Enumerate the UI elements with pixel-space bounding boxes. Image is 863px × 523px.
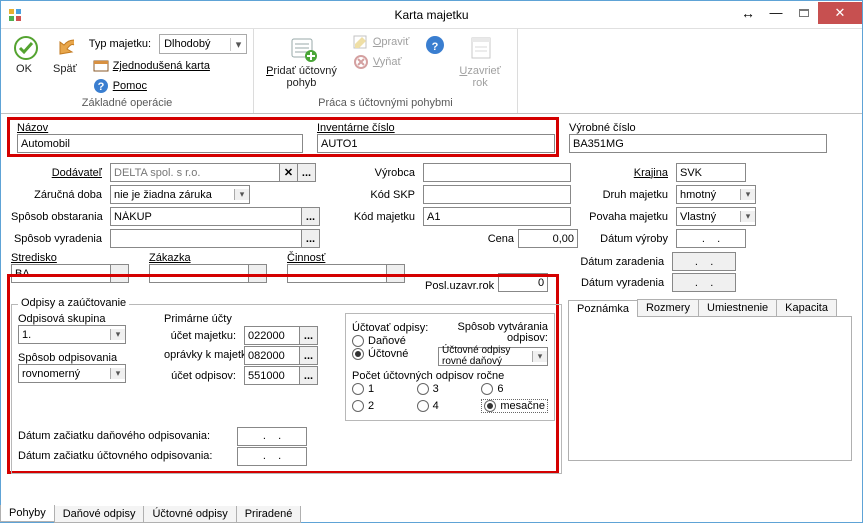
radio-mesacne[interactable]: mesačne: [481, 399, 548, 413]
radio-6[interactable]: 6: [481, 383, 548, 395]
help-ribbon-icon[interactable]: ?: [419, 31, 451, 59]
tab-pohyby[interactable]: Pohyby: [0, 505, 55, 522]
zarucna-select[interactable]: nie je žiadna záruka▾: [110, 185, 250, 204]
poznamka-panel[interactable]: [568, 316, 852, 461]
datum-uct-input[interactable]: [237, 447, 307, 466]
sposob-odp-select[interactable]: rovnomerný▾: [18, 364, 126, 383]
ellipsis-icon[interactable]: ...: [302, 229, 320, 248]
right-tabs: Poznámka Rozmery Umiestnenie Kapacita: [568, 299, 852, 316]
radio-uctovne[interactable]: Účtovné: [352, 348, 428, 360]
tab-poznamka[interactable]: Poznámka: [568, 300, 638, 317]
tab-umiestnenie[interactable]: Umiestnenie: [698, 299, 777, 316]
krajina-input[interactable]: [676, 163, 746, 182]
sposob-vytv-select[interactable]: Účtovné odpisy rovné daňový▾: [438, 347, 548, 366]
zakazka-link[interactable]: Zákazka: [149, 252, 191, 264]
app-icon: [7, 7, 23, 23]
opravit-button: Opraviť: [349, 33, 414, 51]
inventarne-input[interactable]: [317, 134, 555, 153]
titlebar: Karta majetku ↔ — ✕: [1, 1, 862, 29]
sposob-vyrad-picker[interactable]: ...: [110, 229, 340, 248]
zakazka-picker[interactable]: ...: [149, 264, 267, 283]
radio-2[interactable]: 2: [352, 399, 415, 413]
tab-danove-odpisy[interactable]: Daňové odpisy: [54, 506, 145, 523]
ribbon-group-label-1: Základné operácie: [82, 97, 173, 109]
kodskp-input[interactable]: [423, 185, 571, 204]
window-title: Karta majetku: [394, 8, 468, 22]
ribbon-group-label-2: Práca s účtovnými pohybmi: [318, 97, 453, 109]
datum-vyrad-input[interactable]: [672, 273, 736, 292]
clear-icon[interactable]: ✕: [280, 163, 298, 182]
tab-rozmery[interactable]: Rozmery: [637, 299, 699, 316]
vyrobne-label: Výrobné číslo: [569, 122, 827, 134]
datum-zarad-input[interactable]: [672, 252, 736, 271]
vyrobca-input[interactable]: [423, 163, 571, 182]
tab-uctovne-odpisy[interactable]: Účtovné odpisy: [143, 506, 236, 523]
form-area: Názov Inventárne číslo Výrobné číslo Dod…: [1, 114, 862, 474]
typ-majetku-combo[interactable]: ▾: [159, 34, 247, 54]
nazov-label: Názov: [17, 122, 305, 134]
povaha-select[interactable]: Vlastný▾: [676, 207, 756, 226]
kodmajetku-input[interactable]: [423, 207, 571, 226]
pridat-button[interactable]: PPridať účtovný pohybridať účtovnýpohyb: [260, 31, 347, 93]
svg-text:?: ?: [97, 81, 104, 93]
zjednodusena-button[interactable]: Zjednodušená karta: [89, 57, 247, 75]
pomoc-button[interactable]: ? Pomoc: [89, 77, 247, 95]
skupina-select[interactable]: 1.▾: [18, 325, 126, 344]
vyrobne-input[interactable]: [569, 134, 827, 153]
vynat-button: Vyňať: [349, 53, 414, 71]
cinnost-link[interactable]: Činnosť: [287, 252, 325, 264]
radio-3[interactable]: 3: [417, 383, 480, 395]
minimize-button[interactable]: —: [762, 2, 790, 24]
dodavatel-link[interactable]: Dodávateľ: [52, 167, 102, 179]
dodavatel-picker[interactable]: ✕ ...: [110, 163, 340, 182]
radio-danove[interactable]: Daňové: [352, 335, 428, 347]
move-button[interactable]: ↔: [734, 2, 762, 24]
inventarne-label: Inventárne číslo: [317, 122, 557, 134]
tab-kapacita[interactable]: Kapacita: [776, 299, 837, 316]
close-button[interactable]: ✕: [818, 2, 862, 24]
back-button[interactable]: Späť: [47, 31, 87, 79]
maximize-button[interactable]: [790, 2, 818, 24]
stredisko-picker[interactable]: ...: [11, 264, 129, 283]
ribbon: OK Späť Typ majetku: ▾ Zjednodušená kart…: [1, 29, 862, 114]
uzavriet-button: Uzavrieťrok: [453, 31, 510, 93]
radio-4[interactable]: 4: [417, 399, 480, 413]
cinnost-picker[interactable]: ...: [287, 264, 405, 283]
datum-dan-input[interactable]: [237, 427, 307, 446]
datum-vyroby-input[interactable]: [676, 229, 746, 248]
druh-select[interactable]: hmotný▾: [676, 185, 756, 204]
tab-priradene[interactable]: Priradené: [236, 506, 302, 523]
cena-input[interactable]: [518, 229, 578, 248]
sposob-obst-picker[interactable]: ...: [110, 207, 340, 226]
stredisko-link[interactable]: Stredisko: [11, 252, 57, 264]
svg-text:?: ?: [432, 41, 439, 53]
chevron-down-icon: ▾: [230, 38, 246, 51]
ellipsis-icon[interactable]: ...: [302, 207, 320, 226]
typ-majetku-row: Typ majetku: ▾: [89, 34, 247, 54]
bottom-tabs: Pohyby Daňové odpisy Účtovné odpisy Prir…: [0, 506, 300, 523]
nazov-input[interactable]: [17, 134, 303, 153]
ellipsis-icon[interactable]: ...: [298, 163, 316, 182]
posl-input[interactable]: [498, 273, 548, 292]
odpisy-group: Odpisy a zaúčtovanie Odpisová skupina 1.…: [11, 304, 562, 474]
ok-button[interactable]: OK: [7, 31, 45, 79]
krajina-link[interactable]: Krajina: [634, 167, 668, 179]
radio-1[interactable]: 1: [352, 383, 415, 395]
